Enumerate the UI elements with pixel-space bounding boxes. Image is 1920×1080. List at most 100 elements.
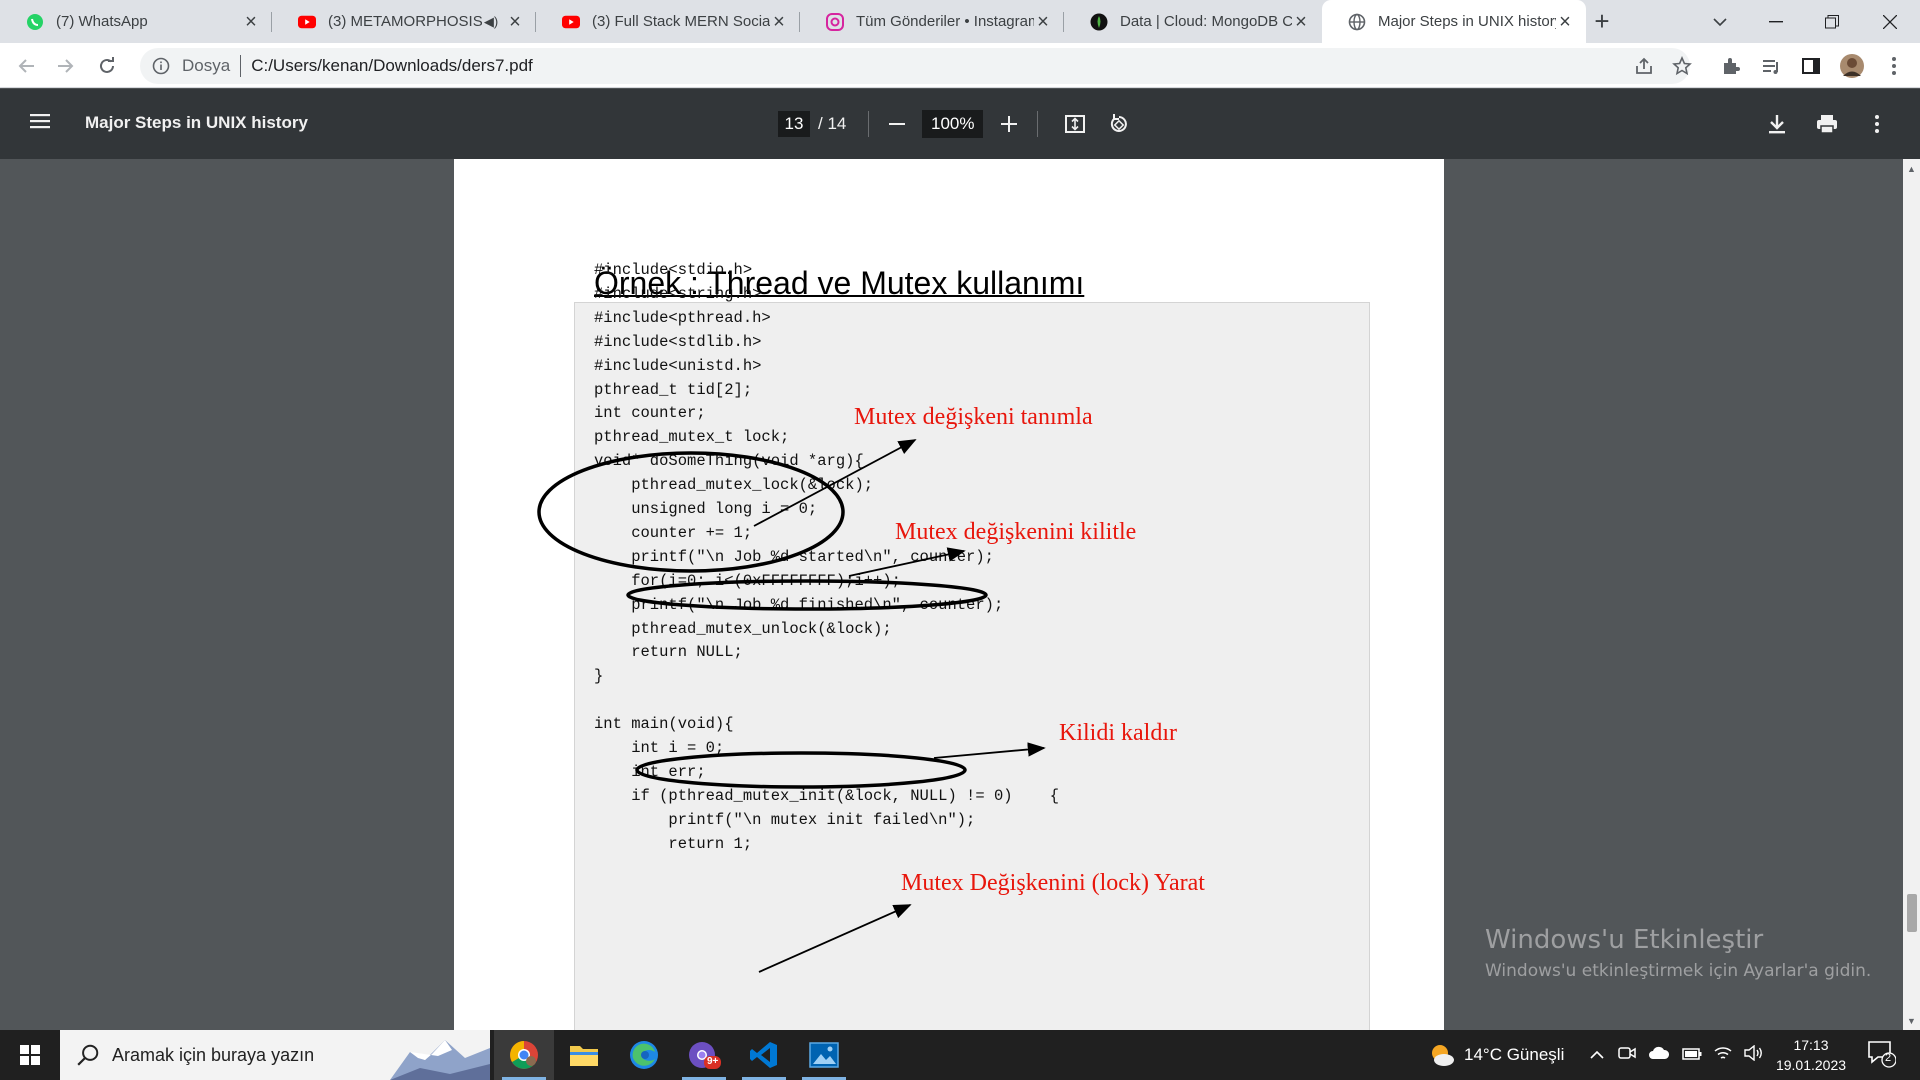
arrow-declare [753,439,917,527]
notification-count: 2 [1885,1052,1892,1064]
close-window-icon[interactable] [1862,0,1918,43]
taskbar-photos[interactable] [794,1030,854,1080]
vscode-icon [750,1042,777,1068]
page-total: / 14 [818,114,847,133]
pdf-viewport[interactable]: Örnek : Thread ve Mutex kullanımı #inclu… [0,159,1903,1030]
reload-icon[interactable] [91,50,123,82]
taskbar-search[interactable]: Aramak için buraya yazın [60,1030,490,1080]
tab-mern-social[interactable]: (3) Full Stack MERN Social M × [536,0,800,43]
notification-center-button[interactable]: 2 [1866,1038,1898,1072]
annotation-declare-mutex: Mutex değişkeni tanımla [854,404,1093,430]
new-tab-button[interactable]: + [1584,0,1620,43]
document-title: Major Steps in UNIX history [85,113,308,132]
minimize-icon[interactable] [1748,0,1804,43]
windows-activation-watermark: Windows'u Etkinleştir Windows'u etkinleş… [1485,925,1871,981]
browser-toolbar: Dosya C:/Users/kenan/Downloads/ders7.pdf [0,43,1920,88]
ellipse-mutex-unlock [635,751,967,789]
tab-title: Major Steps in UNIX history [1378,13,1556,30]
watermark-title: Windows'u Etkinleştir [1485,925,1764,955]
instagram-icon [826,12,844,31]
weather-icon [1432,1045,1454,1066]
chevron-up-icon[interactable] [1590,1045,1604,1065]
arrow-init [758,904,912,973]
youtube-icon [562,13,580,31]
share-icon[interactable] [1630,52,1658,80]
tab-unix-history[interactable]: Major Steps in UNIX history × [1322,0,1586,43]
zoom-out-icon[interactable] [882,109,912,139]
taskbar-clock[interactable]: 17:13 19.01.2023 [1768,1035,1854,1075]
chrome-menu-icon[interactable] [1880,52,1908,80]
close-tab-icon[interactable]: × [242,12,260,32]
tab-metamorphosis[interactable]: (3) METAMORPHOSIS ( ◀) × [272,0,536,43]
arrow-lock [848,547,966,577]
avatar[interactable] [1838,52,1866,80]
speaker-icon[interactable]: ◀) [482,13,500,31]
annotation-create-mutex: Mutex Değişkenini (lock) Yarat [901,870,1205,896]
annotation-lock-mutex: Mutex değişkenini kilitle [895,519,1137,545]
print-icon[interactable] [1812,109,1842,139]
search-placeholder: Aramak için buraya yazın [112,1044,315,1065]
edge-icon [630,1041,658,1069]
youtube-icon [298,13,316,31]
onedrive-icon[interactable] [1648,1045,1670,1065]
zoom-in-icon[interactable] [994,109,1024,139]
url-text[interactable]: C:/Users/kenan/Downloads/ders7.pdf [251,56,533,76]
zoom-level-input[interactable]: 100% [922,110,984,138]
bookmark-star-icon[interactable] [1668,52,1696,80]
globe-icon [1348,13,1366,31]
taskbar-edge[interactable] [614,1030,674,1080]
info-icon[interactable] [150,55,172,77]
file-scheme-label: Dosya [182,56,231,75]
tab-title: Tüm Gönderiler • Instagram [856,13,1034,30]
tab-title: Data | Cloud: MongoDB Clo [1120,13,1292,30]
search-icon [77,1044,99,1066]
chrome-icon [510,1041,538,1069]
start-button[interactable] [0,1030,60,1080]
file-explorer-icon [570,1046,598,1066]
page-number-input[interactable]: 13 [778,111,810,137]
scroll-down-icon[interactable]: ▼ [1903,1013,1920,1030]
mongodb-icon [1090,13,1108,31]
page-selector: 13 / 14 [778,110,846,138]
extensions-icon[interactable] [1717,52,1745,80]
restore-icon[interactable] [1804,0,1860,43]
taskbar-chrome[interactable] [494,1030,554,1080]
ellipse-mutex-lock [626,579,988,611]
more-options-icon[interactable] [1862,109,1892,139]
forward-icon[interactable] [50,50,82,82]
back-icon[interactable] [10,50,42,82]
annotation-unlock: Kilidi kaldır [1059,720,1177,746]
vertical-scrollbar[interactable]: ▲ ▼ [1903,159,1920,1030]
tab-instagram[interactable]: Tüm Gönderiler • Instagram × [800,0,1064,43]
close-tab-icon[interactable]: × [1292,12,1310,32]
scroll-up-icon[interactable]: ▲ [1903,161,1920,178]
close-tab-icon[interactable]: × [770,12,788,32]
media-control-icon[interactable] [1757,52,1785,80]
tab-strip: (7) WhatsApp × (3) METAMORPHOSIS ( ◀) × … [0,0,1920,43]
close-tab-icon[interactable]: × [1556,12,1574,32]
taskbar-vscode[interactable] [734,1030,794,1080]
battery-icon[interactable] [1682,1045,1702,1065]
tab-search-icon[interactable] [1692,0,1748,43]
close-tab-icon[interactable]: × [506,12,524,32]
fit-page-icon[interactable] [1060,109,1090,139]
windows-logo-icon [20,1045,40,1065]
chrome-badge-count: 9+ [707,1056,719,1067]
tab-mongodb[interactable]: Data | Cloud: MongoDB Clo × [1064,0,1322,43]
wifi-icon[interactable] [1714,1045,1732,1066]
tab-whatsapp[interactable]: (7) WhatsApp × [0,0,272,43]
sidebar-menu-icon[interactable] [28,109,56,137]
download-icon[interactable] [1762,109,1792,139]
ellipse-mutex-declaration [537,451,845,573]
close-tab-icon[interactable]: × [1034,12,1052,32]
arrow-unlock [933,742,1046,759]
taskbar-chrome-profile[interactable]: 9+ [674,1030,734,1080]
weather-text[interactable]: 14°C Güneşli [1464,1045,1564,1065]
rotate-icon[interactable] [1104,109,1134,139]
scrollbar-thumb[interactable] [1907,894,1917,932]
meet-now-icon[interactable] [1618,1044,1637,1067]
side-panel-icon[interactable] [1797,52,1825,80]
volume-icon[interactable] [1744,1044,1764,1066]
address-bar[interactable]: Dosya C:/Users/kenan/Downloads/ders7.pdf [140,48,1690,84]
taskbar-file-explorer[interactable] [554,1030,614,1080]
